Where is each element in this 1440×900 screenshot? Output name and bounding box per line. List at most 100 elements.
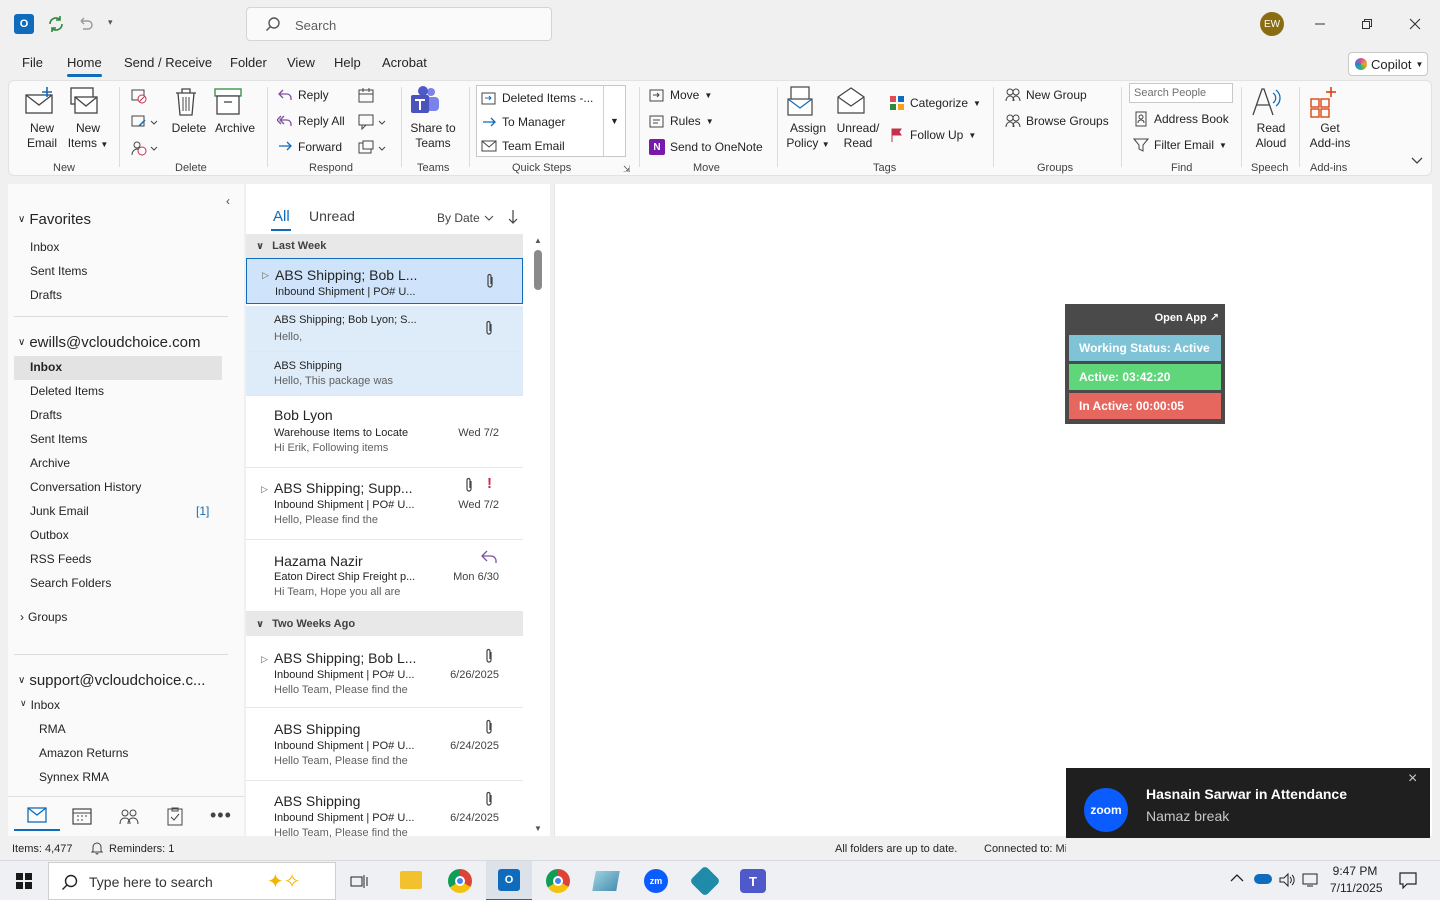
calendar-module-icon[interactable]	[72, 807, 92, 825]
new-group-button[interactable]: New Group	[1005, 87, 1087, 103]
favorite-sent-items[interactable]: Sent Items	[30, 264, 87, 278]
reminders-count[interactable]: Reminders: 1	[109, 843, 174, 855]
notifications-icon[interactable]	[1398, 871, 1418, 889]
folder-rss-feeds[interactable]: RSS Feeds	[30, 552, 91, 566]
tab-help[interactable]: Help	[334, 55, 361, 70]
list-item[interactable]: Bob Lyon Warehouse Items to Locate Wed 7…	[246, 397, 523, 468]
mail-module-icon[interactable]	[14, 801, 60, 831]
junk-icon[interactable]	[130, 139, 158, 157]
clock[interactable]: 9:47 PM 7/11/2025	[1330, 864, 1383, 895]
group-header-last-week[interactable]: ∨ Last Week	[246, 234, 523, 258]
favorite-inbox[interactable]: Inbox	[30, 240, 59, 254]
tab-view[interactable]: View	[287, 55, 315, 70]
sort-direction-icon[interactable]	[508, 209, 518, 225]
folder-amazon-returns[interactable]: Amazon Returns	[39, 746, 128, 760]
filter-all-tab[interactable]: All	[273, 208, 290, 225]
avatar[interactable]: EW	[1260, 12, 1284, 36]
follow-up-button[interactable]: Follow Up ▼	[889, 127, 976, 143]
group-header-two-weeks[interactable]: ∨ Two Weeks Ago	[246, 612, 523, 636]
folder-inbox[interactable]: Inbox	[30, 360, 62, 374]
folder-junk-email[interactable]: Junk Email	[30, 504, 89, 518]
quick-steps-expand-icon[interactable]: ▼	[603, 86, 625, 156]
file-explorer-icon[interactable]	[400, 871, 422, 889]
quick-step-deleted-items[interactable]: Deleted Items -...	[481, 90, 593, 106]
folder-synnex-rma[interactable]: Synnex RMA	[39, 770, 109, 784]
unread-read-button[interactable]: Unread/ Read	[835, 85, 881, 151]
list-item[interactable]: Hazama Nazir Eaton Direct Ship Freight p…	[246, 541, 523, 612]
quick-step-to-manager[interactable]: To Manager	[481, 114, 565, 130]
address-book-button[interactable]: Address Book	[1133, 111, 1229, 127]
folder-rma[interactable]: RMA	[39, 722, 66, 736]
new-email-button[interactable]: New Email	[23, 85, 61, 151]
list-item[interactable]: ▷ ABS Shipping; Bob L... Inbound Shipmen…	[246, 258, 523, 304]
delete-button[interactable]: Delete	[171, 85, 207, 136]
ignore-icon[interactable]	[130, 87, 148, 105]
groups-folder[interactable]: › Groups	[20, 610, 67, 624]
list-item[interactable]: ABS Shipping Inbound Shipment | PO# U...…	[246, 709, 523, 781]
copilot-button[interactable]: Copilot ▼	[1348, 52, 1428, 76]
show-hidden-icons[interactable]	[1230, 873, 1244, 883]
task-view-icon[interactable]	[350, 873, 368, 889]
undo-icon[interactable]	[76, 14, 94, 32]
customize-toolbar-icon[interactable]: ▾	[108, 17, 113, 28]
scroll-up-icon[interactable]: ▲	[534, 236, 542, 245]
read-aloud-button[interactable]: Read Aloud	[1249, 85, 1293, 151]
onedrive-icon[interactable]	[1254, 874, 1272, 884]
folder-deleted-items[interactable]: Deleted Items	[30, 384, 104, 398]
tab-file[interactable]: File	[22, 55, 43, 70]
windows-start-icon[interactable]	[16, 873, 32, 889]
minimize-button[interactable]	[1297, 0, 1343, 48]
quick-step-team-email[interactable]: Team Email	[481, 138, 565, 154]
filter-unread-tab[interactable]: Unread	[309, 208, 355, 224]
new-items-button[interactable]: New Items ▼	[67, 85, 109, 152]
list-item[interactable]: ABS Shipping Inbound Shipment | PO# U...…	[246, 781, 523, 839]
zoom-icon[interactable]: zm	[644, 869, 668, 893]
forward-button[interactable]: Forward	[277, 139, 342, 155]
search-bar[interactable]: Search	[246, 7, 552, 41]
cleanup-icon[interactable]	[130, 113, 158, 131]
expand-thread-icon[interactable]: ▷	[261, 484, 268, 495]
app-diamond-icon[interactable]	[689, 865, 721, 897]
folder-search-folders[interactable]: Search Folders	[30, 576, 111, 590]
folder-conversation-history[interactable]: Conversation History	[30, 480, 141, 494]
tasks-module-icon[interactable]	[166, 806, 184, 826]
close-button[interactable]	[1392, 0, 1438, 48]
share-to-teams-button[interactable]: Share to Teams	[407, 85, 459, 151]
expand-thread-icon[interactable]: ▷	[261, 654, 268, 665]
sort-by-date-button[interactable]: By Date	[437, 211, 494, 225]
tab-send-receive[interactable]: Send / Receive	[124, 55, 212, 70]
list-item[interactable]: ABS Shipping Hello, This package was	[246, 352, 523, 396]
taskbar-search[interactable]: Type here to search ✦✧	[48, 862, 336, 900]
collapse-pane-icon[interactable]: ‹	[226, 194, 230, 208]
tab-folder[interactable]: Folder	[230, 55, 267, 70]
move-button[interactable]: Move ▼	[649, 87, 712, 103]
folder-archive[interactable]: Archive	[30, 456, 70, 470]
teams-icon[interactable]: T	[740, 869, 766, 893]
scrollbar-thumb[interactable]	[534, 250, 542, 290]
dialog-launcher-icon[interactable]: ⇲	[623, 164, 631, 175]
meeting-icon[interactable]	[357, 87, 375, 105]
scroll-down-icon[interactable]: ▼	[534, 824, 542, 833]
reply-all-button[interactable]: Reply All	[277, 113, 345, 129]
assign-policy-button[interactable]: Assign Policy ▼	[785, 85, 831, 152]
send-to-onenote-button[interactable]: N Send to OneNote	[649, 139, 763, 155]
rules-button[interactable]: Rules ▼	[649, 113, 714, 129]
chrome-icon[interactable]	[448, 869, 472, 893]
folder-sent-items[interactable]: Sent Items	[30, 432, 87, 446]
list-item[interactable]: ▷ ABS Shipping; Supp... Inbound Shipment…	[246, 469, 523, 540]
people-module-icon[interactable]	[118, 807, 140, 825]
expand-thread-icon[interactable]: ▷	[262, 270, 269, 281]
account2-header[interactable]: ∨ support@vcloudchoice.c...	[18, 672, 205, 689]
folder-drafts[interactable]: Drafts	[30, 408, 62, 422]
outlook-taskbar-button[interactable]: O	[486, 861, 532, 900]
search-people-input[interactable]: Search People	[1129, 83, 1233, 103]
account-header[interactable]: ∨ ewills@vcloudchoice.com	[18, 334, 200, 351]
chrome-profile-icon[interactable]	[546, 869, 570, 893]
reply-button[interactable]: Reply	[277, 87, 329, 103]
more-apps-icon[interactable]: •••	[210, 805, 232, 826]
sync-icon[interactable]	[46, 14, 66, 34]
categorize-button[interactable]: Categorize ▼	[889, 95, 981, 111]
account2-inbox[interactable]: ∨ Inbox	[20, 698, 60, 712]
list-item[interactable]: ▷ ABS Shipping; Bob L... Inbound Shipmen…	[246, 636, 523, 708]
close-icon[interactable]: ×	[1408, 770, 1417, 788]
